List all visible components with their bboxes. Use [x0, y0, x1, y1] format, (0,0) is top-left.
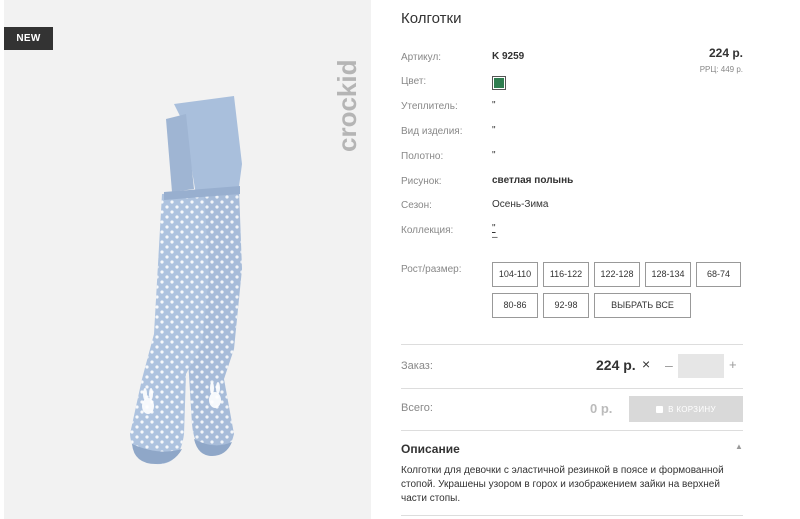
- brand-logo-text: crockid: [332, 60, 362, 153]
- total-price: 0 р.: [590, 401, 613, 416]
- size-button-104-110[interactable]: 104-110: [492, 262, 538, 287]
- times-icon: ×: [642, 356, 651, 372]
- divider: [401, 515, 743, 516]
- insulation-value: ": [492, 100, 496, 111]
- new-badge: NEW: [4, 27, 53, 50]
- insulation-label: Утеплитель:: [401, 101, 458, 112]
- color-label: Цвет:: [401, 76, 427, 87]
- brand-logo: crockid: [332, 60, 362, 153]
- color-swatch[interactable]: [492, 76, 506, 90]
- quantity-input[interactable]: [678, 354, 724, 378]
- total-label: Всего:: [401, 402, 433, 414]
- description-text: Колготки для девочки с эластичной резинк…: [401, 465, 724, 504]
- size-button-92-98[interactable]: 92-98: [543, 293, 589, 318]
- fabric-label: Полотно:: [401, 151, 444, 162]
- add-to-cart-label: В КОРЗИНУ: [668, 404, 716, 414]
- divider: [401, 344, 743, 345]
- fabric-value: ": [492, 150, 496, 161]
- size-button-122-128[interactable]: 122-128: [594, 262, 640, 287]
- select-all-sizes-button[interactable]: ВЫБРАТЬ ВСЕ: [594, 293, 691, 318]
- divider: [401, 430, 743, 431]
- type-value: ": [492, 125, 496, 136]
- order-label: Заказ:: [401, 360, 433, 372]
- add-to-cart-button[interactable]: В КОРЗИНУ: [629, 396, 743, 422]
- article-label: Артикул:: [401, 52, 442, 63]
- product-title: Колготки: [401, 10, 462, 27]
- product-image[interactable]: NEW crockid: [4, 0, 371, 519]
- size-button-128-134[interactable]: 128-134: [645, 262, 691, 287]
- order-price: 224 р.: [596, 357, 636, 373]
- article-value: K 9259: [492, 51, 525, 62]
- caret-up-icon[interactable]: ▲: [735, 442, 743, 451]
- description-title[interactable]: Описание: [401, 442, 460, 456]
- collection-label: Коллекция:: [401, 225, 454, 236]
- season-label: Сезон:: [401, 200, 432, 211]
- size-button-68-74[interactable]: 68-74: [696, 262, 741, 287]
- size-label: Рост/размер:: [401, 264, 462, 275]
- tights-illustration: [130, 96, 242, 465]
- shopping-bag-icon: [656, 405, 664, 413]
- pattern-value: светлая полынь: [492, 175, 574, 186]
- season-value: Осень-Зима: [492, 199, 549, 210]
- plus-icon[interactable]: +: [729, 357, 737, 372]
- type-label: Вид изделия:: [401, 126, 463, 137]
- color-swatch-fill: [494, 78, 504, 88]
- divider: [401, 388, 743, 389]
- collection-extra: –: [492, 232, 498, 243]
- size-button-80-86[interactable]: 80-86: [492, 293, 538, 318]
- recommended-price: РРЦ: 449 р.: [699, 65, 743, 74]
- pattern-label: Рисунок:: [401, 176, 442, 187]
- minus-icon[interactable]: –: [665, 357, 673, 373]
- size-button-116-122[interactable]: 116-122: [543, 262, 589, 287]
- product-price: 224 р.: [708, 46, 743, 60]
